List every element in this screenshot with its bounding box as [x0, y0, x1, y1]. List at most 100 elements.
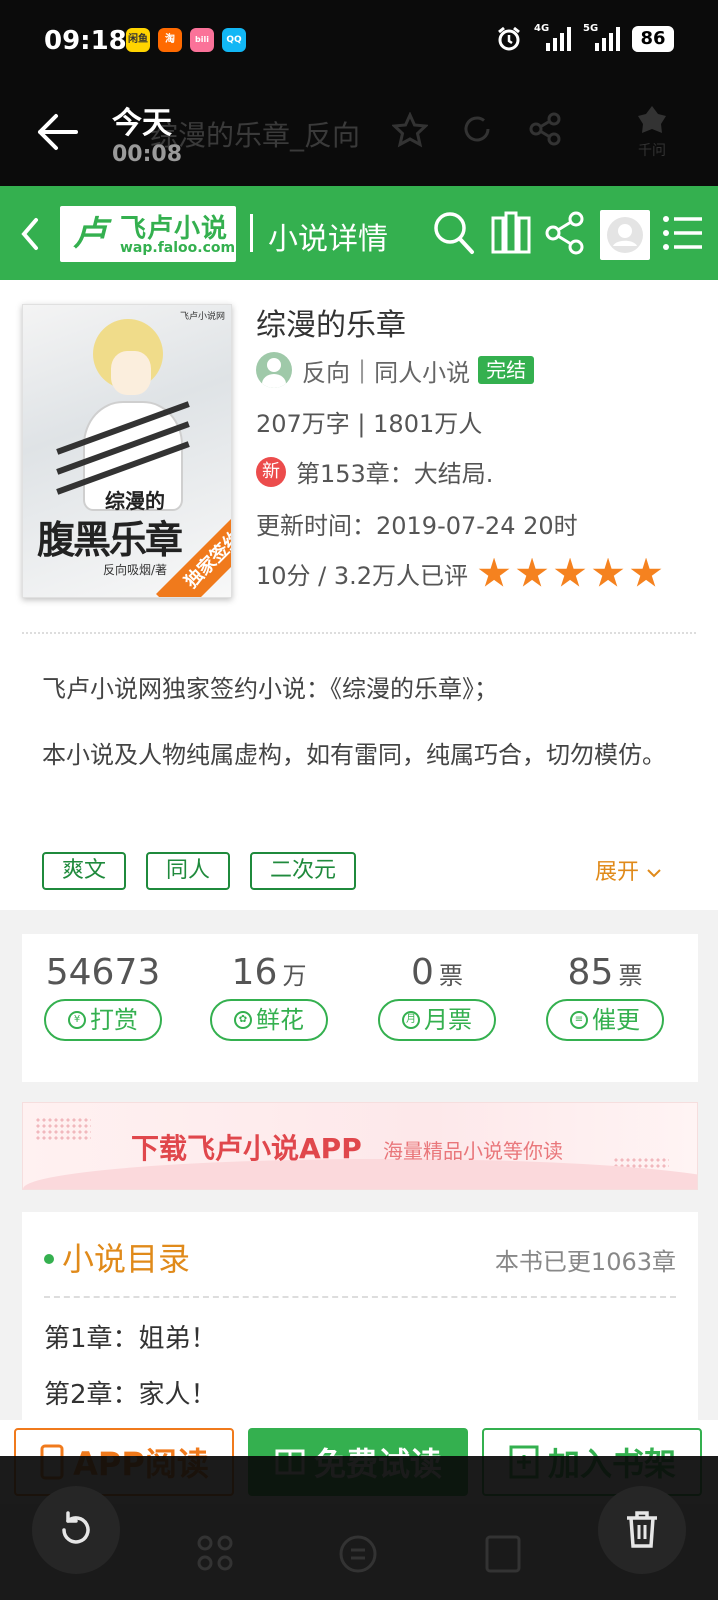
- author-name[interactable]: 反向: [302, 353, 350, 388]
- stat-flower: 16 万 ✿ 鲜花: [204, 952, 334, 1041]
- star-outline-icon[interactable]: [392, 112, 428, 148]
- intro-line-1: 飞卢小说网独家签约小说：《综漫的乐章》；: [42, 675, 498, 703]
- urge-update-label: 催更: [592, 1006, 640, 1034]
- qianwen-button[interactable]: 千问: [630, 104, 674, 160]
- stat-monthly-ticket: 0 票 月月票: [372, 952, 502, 1041]
- logo-url: wap.faloo.com: [120, 240, 236, 256]
- toc-title[interactable]: 小说目录: [62, 1234, 190, 1280]
- stat-unit: 票: [618, 962, 643, 990]
- flower-icon: ✿: [234, 1011, 252, 1029]
- stat-value: 85: [567, 952, 614, 993]
- word-reader-text: 207万字 | 1801万人: [256, 410, 483, 438]
- expand-button[interactable]: 展开: [595, 854, 662, 886]
- divider: [22, 632, 696, 634]
- latest-chapter-row[interactable]: 新 第153章：大结局.: [256, 454, 493, 489]
- download-app-banner[interactable]: 下载飞卢小说APP 海量精品小说等你读: [22, 1102, 698, 1190]
- elapsed-time: 00:08: [112, 142, 183, 167]
- expand-label: 展开: [594, 860, 639, 885]
- avatar-icon: [607, 217, 643, 253]
- chevron-down-icon: [647, 869, 661, 878]
- tag-list: 爽文 同人 二次元: [42, 852, 357, 890]
- undo-icon: [62, 1511, 90, 1544]
- rating-text: 10分 / 3.2万人已评: [256, 562, 469, 590]
- site-logo[interactable]: 卢 飞卢小说 wap.faloo.com: [60, 206, 236, 262]
- monthly-ticket-label: 月票: [424, 1006, 472, 1034]
- tip-button[interactable]: ¥ 打赏: [44, 999, 162, 1041]
- stat-tip: 54673 ¥ 打赏: [38, 952, 168, 1041]
- status-time: 09:18: [44, 26, 127, 56]
- flower-button[interactable]: ✿ 鲜花: [210, 999, 328, 1041]
- banner-title: 下载飞卢小说APP: [131, 1132, 362, 1165]
- divider: [44, 1296, 676, 1298]
- monthly-ticket-button[interactable]: 月月票: [378, 999, 496, 1041]
- tag-item[interactable]: 同人: [146, 852, 231, 890]
- status-badge: 完结: [478, 356, 535, 384]
- user-avatar[interactable]: [600, 210, 650, 260]
- cover-logo: 飞卢小说网: [179, 312, 225, 322]
- star-icon: [554, 557, 586, 587]
- author-avatar-icon: [256, 352, 292, 388]
- delete-button[interactable]: [598, 1486, 686, 1574]
- tag-item[interactable]: 爽文: [42, 852, 127, 890]
- status-app-icons: 闲鱼 淘 bili QQ: [126, 28, 246, 52]
- alarm-icon: [498, 26, 520, 51]
- decor-dots: [35, 1117, 91, 1141]
- tabs-count-icon[interactable]: [484, 1534, 522, 1574]
- latest-chapter[interactable]: 第153章：大结局.: [296, 454, 493, 489]
- urge-update-button[interactable]: ≡ 催更: [546, 999, 664, 1041]
- stat-urge-update: 85 票 ≡ 催更: [540, 952, 670, 1041]
- update-time-text: 更新时间：2019-07-24 20时: [256, 512, 578, 540]
- chevron-left-icon[interactable]: [18, 216, 42, 252]
- cover-main-title: 腹黑乐章: [37, 517, 183, 562]
- chapter-item[interactable]: 第1章：姐弟！: [44, 1318, 217, 1355]
- tip-label: 打赏: [90, 1006, 138, 1034]
- ticket-icon: 月: [402, 1011, 420, 1029]
- word-reader-count: 207万字 | 1801万人: [256, 404, 482, 439]
- cover-art-face: [111, 351, 151, 395]
- logo-mark: 卢: [73, 214, 107, 254]
- stat-unit: 票: [439, 962, 463, 990]
- star-icon: [592, 557, 624, 587]
- yen-icon: ¥: [68, 1011, 86, 1029]
- new-badge: 新: [256, 456, 286, 487]
- share-icon[interactable]: [544, 210, 586, 256]
- history-label: 今天: [112, 106, 172, 141]
- bookshelf-icon[interactable]: [490, 210, 532, 256]
- site-nav: 卢 飞卢小说 wap.faloo.com 小说详情: [0, 186, 718, 280]
- support-stats-card: 54673 ¥ 打赏 16 万 ✿ 鲜花 0 票 月月票 85 票 ≡ 催更: [22, 934, 698, 1082]
- apps-grid-icon[interactable]: [196, 1534, 234, 1572]
- menu-icon[interactable]: [662, 210, 704, 256]
- update-time: 更新时间：2019-07-24 20时: [256, 506, 578, 541]
- battery-indicator: 86: [632, 26, 674, 52]
- menu-circle-icon[interactable]: [338, 1534, 378, 1574]
- back-arrow-icon[interactable]: [34, 112, 78, 152]
- nav-divider: [250, 214, 253, 252]
- book-category[interactable]: 同人小说: [374, 353, 470, 388]
- share-icon[interactable]: [528, 112, 562, 146]
- refresh-icon[interactable]: [460, 112, 494, 146]
- meta-divider: |: [358, 356, 367, 384]
- nav-title: 小说详情: [268, 222, 388, 257]
- star-icon: [630, 557, 662, 587]
- bottom-overlay-bar: [0, 1456, 718, 1600]
- stat-value: 16: [231, 952, 278, 993]
- stat-unit: 万: [282, 962, 307, 990]
- book-title: 综漫的乐章: [256, 308, 406, 343]
- rating-row: 10分 / 3.2万人已评: [256, 556, 662, 591]
- search-icon[interactable]: [432, 210, 476, 256]
- cover-author: 反向吸烟/著: [103, 563, 168, 577]
- chapter-count[interactable]: 本书已更1063章: [495, 1242, 676, 1277]
- app-icon-bilibili: bili: [190, 28, 214, 52]
- chapter-item[interactable]: 第2章：家人！: [44, 1374, 217, 1411]
- app-icon-xianyu: 闲鱼: [126, 28, 150, 52]
- banner-subtitle: 海量精品小说等你读: [383, 1139, 563, 1163]
- qianwen-label: 千问: [638, 143, 666, 159]
- app-icon-qq: QQ: [222, 28, 246, 52]
- signal-4g-icon: 4G: [534, 23, 571, 51]
- trash-icon: [627, 1511, 657, 1548]
- tag-item[interactable]: 二次元: [250, 852, 357, 890]
- intro-line-2: 本小说及人物纯属虚构，如有雷同，纯属巧合，切勿模仿。: [42, 741, 666, 769]
- undo-button[interactable]: [32, 1486, 120, 1574]
- qianwen-icon: [638, 106, 666, 133]
- book-cover[interactable]: 飞卢小说网 综漫的 腹黑乐章 反向吸烟/著 独家签约: [22, 304, 232, 598]
